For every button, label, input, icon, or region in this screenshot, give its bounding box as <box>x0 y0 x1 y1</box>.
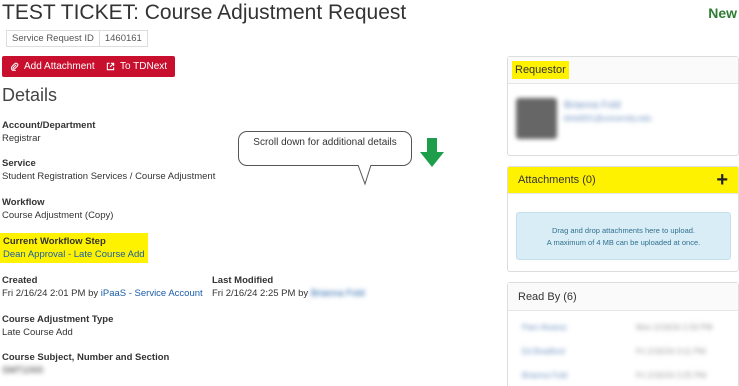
read-by-name-1[interactable]: Pam Alvarez <box>522 323 567 332</box>
sr-id-label: Service Request ID <box>7 31 100 46</box>
details-heading: Details <box>2 85 58 105</box>
created-field: Created Fri 2/16/24 2:01 PM by iPaaS - S… <box>2 275 203 299</box>
service-field: Service Student Registration Services / … <box>2 158 215 182</box>
account-label: Account/Department <box>2 120 96 131</box>
add-icon[interactable]: + <box>716 170 728 190</box>
requestor-name[interactable]: Brianna Fold <box>564 100 621 111</box>
service-request-id: Service Request ID 1460161 <box>6 30 148 47</box>
workflow-step-label: Current Workflow Step <box>3 236 106 247</box>
workflow-step-link[interactable]: Dean Approval - Late Course Add <box>3 249 145 260</box>
created-value: Fri 2/16/24 2:01 PM by <box>2 288 99 299</box>
modified-value: Fri 2/16/24 2:25 PM by <box>212 288 309 299</box>
modified-label: Last Modified <box>212 275 274 286</box>
add-attachment-button[interactable]: Add Attachment <box>2 56 103 77</box>
add-attachment-label: Add Attachment <box>24 61 95 72</box>
avatar <box>516 98 557 139</box>
read-by-header: Read By (6) <box>508 283 738 311</box>
status-badge: New <box>708 5 737 21</box>
external-link-icon <box>106 62 115 71</box>
workflow-step-field: Current Workflow Step Dean Approval - La… <box>0 233 148 263</box>
account-field: Account/Department Registrar <box>2 120 95 144</box>
attachments-header: Attachments (0) + <box>508 167 738 194</box>
account-value: Registrar <box>2 133 41 144</box>
adjustment-type-value: Late Course Add <box>2 327 73 338</box>
paperclip-icon <box>10 62 19 71</box>
read-by-heading: Read By (6) <box>518 290 577 303</box>
course-subject-field: Course Subject, Number and Section SMT10… <box>2 352 169 376</box>
page-title: TEST TICKET: Course Adjustment Request <box>2 1 407 24</box>
requestor-heading: Requestor <box>512 61 569 79</box>
course-subject-label: Course Subject, Number and Section <box>2 352 170 363</box>
read-by-time-2: Fri 2/16/24 3:11 PM <box>636 347 706 356</box>
workflow-field: Workflow Course Adjustment (Copy) <box>2 197 113 221</box>
attachments-heading: Attachments (0) <box>518 174 596 186</box>
read-by-name-2[interactable]: Ed Bradford <box>522 347 565 356</box>
read-by-time-1: Mon 2/19/24 2:33 PM <box>636 323 713 332</box>
adjustment-type-label: Course Adjustment Type <box>2 314 114 325</box>
service-label: Service <box>2 158 36 169</box>
requestor-email[interactable]: bfold001@university.edu <box>564 114 652 123</box>
to-tdnext-button[interactable]: To TDNext <box>98 56 176 77</box>
course-subject-value: SMT1000 <box>2 365 44 376</box>
service-value: Student Registration Services / Course A… <box>2 171 216 182</box>
sr-id-value: 1460161 <box>104 33 142 44</box>
callout-tail <box>357 164 372 186</box>
requestor-header: Requestor <box>508 57 738 84</box>
read-by-name-3[interactable]: Brianna Fold <box>522 371 567 380</box>
scroll-callout: Scroll down for additional details <box>238 131 412 166</box>
workflow-label: Workflow <box>2 197 45 208</box>
read-by-time-3: Fri 2/16/24 2:25 PM <box>636 371 707 380</box>
adjustment-type-field: Course Adjustment Type Late Course Add <box>2 314 113 338</box>
modified-by-link[interactable]: Brianna Fold <box>311 288 365 299</box>
to-tdnext-label: To TDNext <box>120 61 168 72</box>
dropzone-line-1: Drag and drop attachments here to upload… <box>551 226 695 235</box>
arrow-down-icon <box>420 138 444 167</box>
modified-field: Last Modified Fri 2/16/24 2:25 PM by Bri… <box>212 275 365 299</box>
dropzone-line-2: A maximum of 4 MB can be uploaded at onc… <box>546 238 701 247</box>
created-label: Created <box>2 275 38 286</box>
workflow-value: Course Adjustment (Copy) <box>2 210 114 221</box>
created-by-link[interactable]: iPaaS - Service Account <box>101 288 203 299</box>
attachment-dropzone[interactable]: Drag and drop attachments here to upload… <box>516 212 731 260</box>
